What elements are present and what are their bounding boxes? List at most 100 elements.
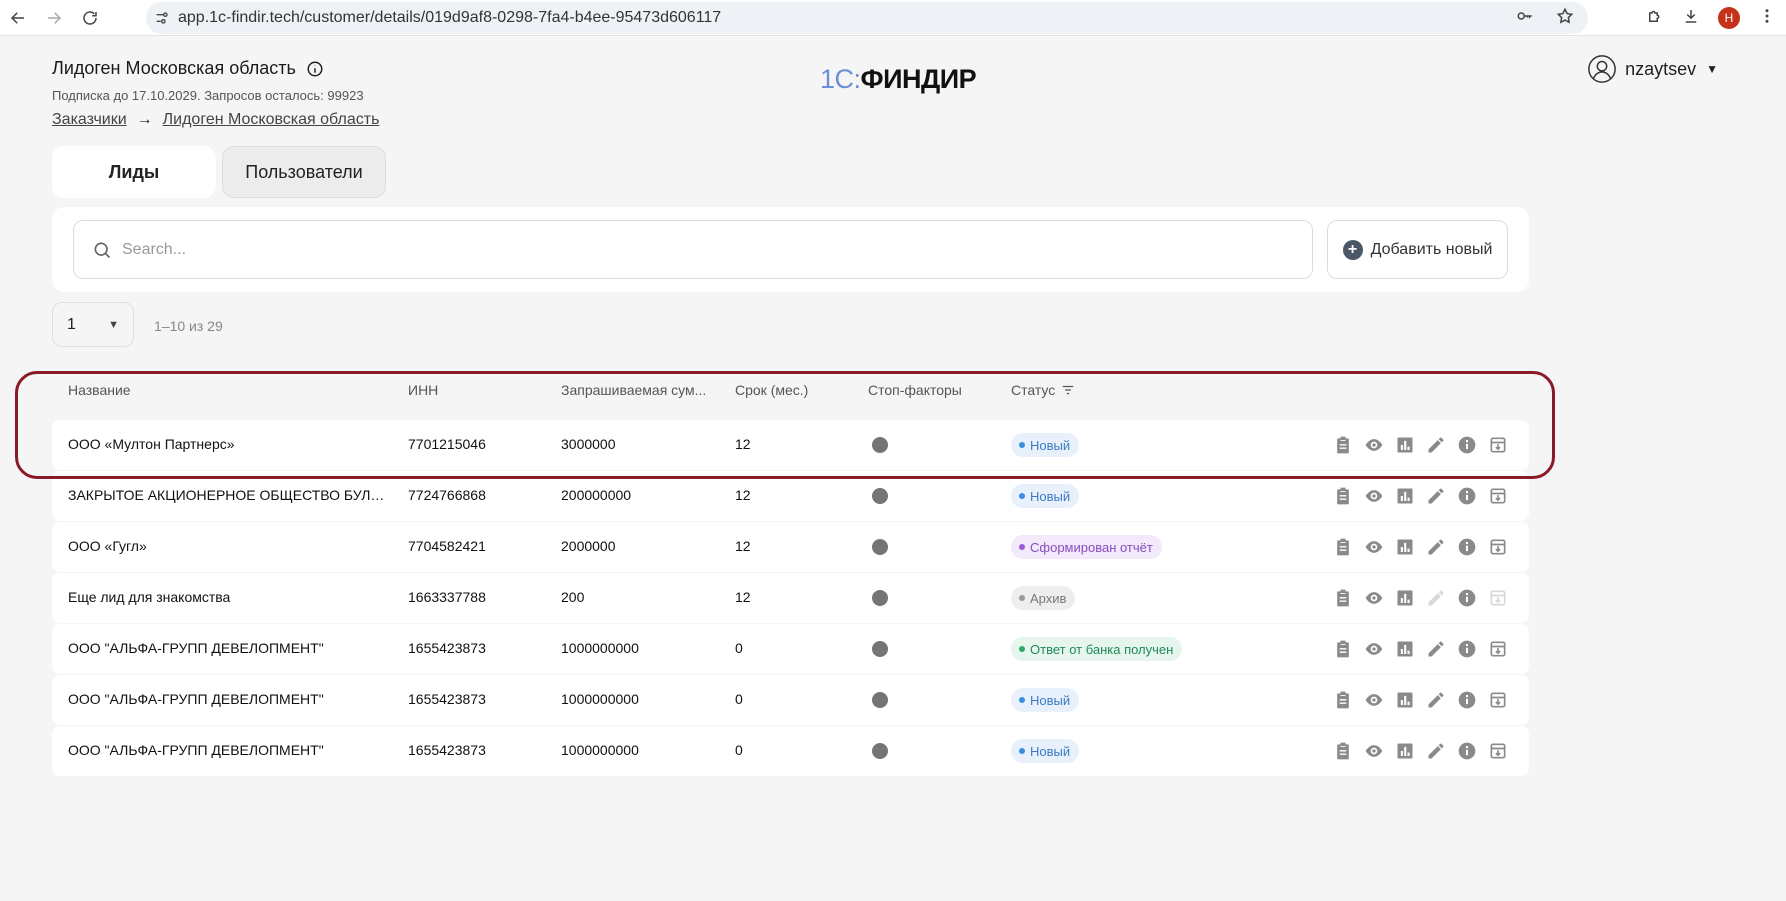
info-circle-icon[interactable] [1456, 535, 1477, 559]
table-row[interactable]: Еще лид для знакомства 1663337788 200 12 Арх… [52, 573, 1529, 623]
page-select[interactable]: 1 ▼ [52, 302, 134, 347]
eye-icon[interactable] [1363, 433, 1384, 457]
search-box[interactable] [73, 220, 1313, 279]
stop-factor-indicator [872, 641, 888, 657]
column-header-amount[interactable]: Запрашиваемая сум... [561, 382, 706, 398]
username: nzaytsev [1625, 58, 1697, 79]
clipboard-icon[interactable] [1332, 535, 1353, 559]
clipboard-icon[interactable] [1332, 688, 1353, 712]
tab-leads[interactable]: Лиды [52, 146, 216, 198]
user-menu[interactable]: nzaytsev ▼ [1587, 54, 1718, 84]
lead-name[interactable]: ООО "АЛЬФА-ГРУПП ДЕВЕЛОПМЕНТ" [68, 640, 324, 656]
tab-users[interactable]: Пользователи [222, 146, 386, 198]
browser-menu-icon[interactable] [1758, 7, 1776, 30]
archive-icon[interactable] [1487, 433, 1508, 457]
eye-icon[interactable] [1363, 637, 1384, 661]
pencil-icon[interactable] [1425, 484, 1446, 508]
lead-name[interactable]: ООО «Мултон Партнерс» [68, 436, 235, 452]
archive-icon[interactable] [1487, 739, 1508, 763]
status-dot [1019, 697, 1025, 703]
column-header-name[interactable]: Название [68, 382, 131, 398]
column-header-status[interactable]: Статус [1011, 382, 1075, 398]
eye-icon[interactable] [1363, 739, 1384, 763]
bookmark-star-icon[interactable] [1556, 7, 1574, 30]
table-row[interactable]: ООО "АЛЬФА-ГРУПП ДЕВЕЛОПМЕНТ" 1655423873 1… [52, 675, 1529, 725]
browser-profile-avatar[interactable]: Н [1718, 7, 1740, 29]
download-icon[interactable] [1682, 7, 1700, 30]
lead-term: 0 [735, 742, 743, 758]
clipboard-icon[interactable] [1332, 739, 1353, 763]
clipboard-icon[interactable] [1332, 484, 1353, 508]
clipboard-icon[interactable] [1332, 637, 1353, 661]
info-circle-icon[interactable] [1456, 688, 1477, 712]
eye-icon[interactable] [1363, 586, 1384, 610]
info-circle-icon[interactable] [1456, 586, 1477, 610]
search-input[interactable] [122, 240, 1272, 259]
lead-name[interactable]: ЗАКРЫТОЕ АКЦИОНЕРНОЕ ОБЩЕСТВО БУЛОЧ... [68, 487, 388, 503]
info-circle-icon[interactable] [1456, 637, 1477, 661]
archive-icon[interactable] [1487, 586, 1508, 610]
lead-name[interactable]: ООО "АЛЬФА-ГРУПП ДЕВЕЛОПМЕНТ" [68, 742, 324, 758]
breadcrumb-customers-link[interactable]: Заказчики [52, 111, 127, 129]
archive-icon[interactable] [1487, 484, 1508, 508]
clipboard-icon[interactable] [1332, 586, 1353, 610]
archive-icon[interactable] [1487, 535, 1508, 559]
filter-icon[interactable] [1061, 383, 1075, 397]
clipboard-icon[interactable] [1332, 433, 1353, 457]
status-label: Архив [1030, 590, 1067, 606]
reload-icon[interactable] [72, 0, 108, 36]
eye-icon[interactable] [1363, 688, 1384, 712]
info-circle-icon[interactable] [1456, 484, 1477, 508]
column-header-stop-factors[interactable]: Стоп-факторы [868, 382, 962, 398]
eye-icon[interactable] [1363, 535, 1384, 559]
pencil-icon[interactable] [1425, 586, 1446, 610]
bar-chart-icon[interactable] [1394, 535, 1415, 559]
pencil-icon[interactable] [1425, 739, 1446, 763]
archive-icon[interactable] [1487, 688, 1508, 712]
add-new-button[interactable]: + Добавить новый [1327, 220, 1508, 279]
customer-name: Лидоген Московская область [52, 58, 296, 78]
bar-chart-icon[interactable] [1394, 688, 1415, 712]
column-header-inn[interactable]: ИНН [408, 382, 438, 398]
table-row[interactable]: ООО "АЛЬФА-ГРУПП ДЕВЕЛОПМЕНТ" 1655423873 1… [52, 624, 1529, 674]
lead-name[interactable]: ООО «Гугл» [68, 538, 147, 554]
info-icon[interactable] [306, 60, 324, 78]
info-circle-icon[interactable] [1456, 739, 1477, 763]
breadcrumb-current-link[interactable]: Лидоген Московская область [163, 111, 380, 129]
bar-chart-icon[interactable] [1394, 484, 1415, 508]
lead-name[interactable]: ООО "АЛЬФА-ГРУПП ДЕВЕЛОПМЕНТ" [68, 691, 324, 707]
pencil-icon[interactable] [1425, 433, 1446, 457]
bar-chart-icon[interactable] [1394, 586, 1415, 610]
plus-circle-icon: + [1342, 239, 1363, 260]
table-row[interactable]: ООО "АЛЬФА-ГРУПП ДЕВЕЛОПМЕНТ" 1655423873 1… [52, 726, 1529, 776]
lead-name[interactable]: Еще лид для знакомства [68, 589, 230, 605]
archive-icon[interactable] [1487, 637, 1508, 661]
eye-icon[interactable] [1363, 484, 1384, 508]
lead-term: 12 [735, 589, 751, 605]
column-header-term[interactable]: Срок (мес.) [735, 382, 808, 398]
browser-toolbar: app.1c-findir.tech/customer/details/019d… [0, 0, 1786, 36]
findir-logo[interactable]: 1С:ФИНДИР [820, 64, 977, 95]
info-circle-icon[interactable] [1456, 433, 1477, 457]
bar-chart-icon[interactable] [1394, 739, 1415, 763]
site-info-icon[interactable] [146, 2, 178, 34]
bar-chart-icon[interactable] [1394, 637, 1415, 661]
address-bar[interactable]: app.1c-findir.tech/customer/details/019d… [146, 2, 1588, 34]
chevron-down-icon: ▼ [108, 318, 119, 331]
search-icon [94, 242, 111, 258]
pencil-icon[interactable] [1425, 535, 1446, 559]
status-dot [1019, 442, 1025, 448]
url-text[interactable]: app.1c-findir.tech/customer/details/019d… [178, 9, 721, 27]
table-row[interactable]: ЗАКРЫТОЕ АКЦИОНЕРНОЕ ОБЩЕСТВО БУЛОЧ... 77… [52, 471, 1529, 521]
password-key-icon[interactable] [1516, 7, 1534, 30]
stop-factor-indicator [872, 692, 888, 708]
pencil-icon[interactable] [1425, 637, 1446, 661]
extensions-icon[interactable] [1646, 7, 1664, 30]
bar-chart-icon[interactable] [1394, 433, 1415, 457]
logo-prefix: 1С: [820, 64, 861, 94]
table-row[interactable]: ООО «Мултон Партнерс» 7701215046 3000000 12… [52, 420, 1529, 470]
forward-arrow-icon[interactable] [36, 0, 72, 36]
pencil-icon[interactable] [1425, 688, 1446, 712]
table-row[interactable]: ООО «Гугл» 7704582421 2000000 12 Сформирован… [52, 522, 1529, 572]
back-arrow-icon[interactable] [0, 0, 36, 36]
